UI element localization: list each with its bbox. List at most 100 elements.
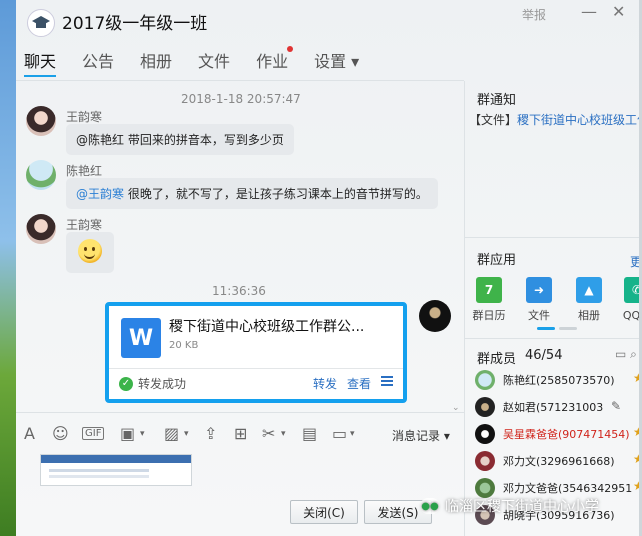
file-size: 20 KB: [169, 340, 199, 351]
member-name: 陈艳红(2585073570): [503, 374, 615, 387]
chevron-down-icon[interactable]: ▾: [140, 429, 145, 439]
divider: [465, 338, 642, 339]
avatar[interactable]: [26, 214, 56, 244]
member-item[interactable]: 吴星霖爸爸(907471454): [475, 422, 630, 446]
member-tools: ▭ ⌕: [615, 347, 637, 362]
avatar[interactable]: [26, 106, 56, 136]
app-qq-phone[interactable]: ✆ QQ电: [615, 277, 642, 323]
notice-item[interactable]: 【文件】稷下街道中心校班级工作: [469, 111, 642, 128]
notice-tag: 【文件】: [469, 113, 518, 127]
group-title[interactable]: 2017级一年级一班: [62, 9, 207, 34]
app-calendar[interactable]: 7 群日历: [467, 277, 511, 323]
app-photo[interactable]: ▲ 相册: [567, 277, 611, 323]
forward-link[interactable]: 转发: [313, 375, 337, 392]
report-link[interactable]: 举报: [522, 6, 546, 23]
app-label: QQ电: [622, 309, 642, 322]
message-bubble: [66, 232, 114, 273]
watermark: ●● 临淄区稷下街道中心小学: [420, 496, 599, 516]
app-label: 群日历: [472, 309, 506, 322]
photo-icon: ▲: [576, 277, 602, 303]
mention[interactable]: @王韵寒: [76, 187, 124, 201]
right-panel: 群通知 【文件】稷下街道中心校班级工作 群应用 更 7 群日历 ➜ 文件 ▲ 相…: [464, 81, 642, 536]
thumbnail-titlebar: [41, 455, 191, 463]
font-icon[interactable]: A: [24, 424, 35, 443]
member-item[interactable]: 邓力文(3296961668): [475, 449, 615, 473]
app-file[interactable]: ➜ 文件: [517, 277, 561, 323]
check-icon: ✓: [119, 376, 133, 391]
tab-homework-label: 作业: [256, 52, 289, 71]
chat-icon[interactable]: ▭: [615, 347, 626, 361]
app-label: 文件: [528, 309, 550, 322]
member-item[interactable]: 陈艳红(2585073570): [475, 368, 615, 392]
video-icon[interactable]: ▣: [120, 424, 135, 443]
chevron-down-icon[interactable]: ▾: [281, 429, 286, 439]
view-link[interactable]: 查看: [347, 375, 371, 392]
apps-title: 群应用: [477, 253, 517, 268]
gift-icon[interactable]: ⊞: [234, 424, 247, 443]
divider: [109, 368, 403, 369]
search-icon[interactable]: ⌕: [630, 347, 637, 361]
sender-name: 王韵寒: [66, 110, 103, 124]
avatar: [475, 424, 495, 444]
member-name: 邓力文(3296961668): [503, 455, 615, 468]
message-bubble: @陈艳红 带回来的拼音本，写到多少页: [66, 124, 294, 155]
tab-chat[interactable]: 聊天: [24, 48, 57, 77]
gif-icon[interactable]: GIF: [82, 427, 105, 440]
avatar: [475, 478, 495, 498]
edit-icon[interactable]: ✎: [611, 399, 621, 413]
close-icon[interactable]: ✕: [612, 2, 625, 21]
tab-files[interactable]: 文件: [198, 48, 230, 72]
wechat-logo-icon: ●●: [420, 498, 440, 514]
member-name: 吴星霖爸爸(907471454): [503, 428, 630, 441]
member-item[interactable]: 赵如君(571231003: [475, 395, 603, 419]
avatar[interactable]: [419, 300, 451, 332]
screen-icon[interactable]: ▭: [332, 424, 347, 443]
clipboard-icon[interactable]: ▤: [302, 424, 317, 443]
file-card[interactable]: W 稷下街道中心校班级工作群公... 20 KB ✓ 转发成功 转发 查看: [105, 302, 407, 403]
scissors-icon[interactable]: ✂: [262, 424, 275, 443]
file-status: ✓ 转发成功: [119, 375, 186, 392]
unread-dot: [287, 46, 294, 52]
watermark-text: 临淄区稷下街道中心小学: [445, 499, 599, 515]
file-status-text: 转发成功: [138, 377, 187, 391]
tab-bar: 聊天 公告 相册 文件 作业 设置 ▾: [24, 46, 385, 77]
mention[interactable]: @陈艳红: [76, 133, 124, 147]
file-icon: ➜: [526, 277, 552, 303]
desktop-background: [0, 0, 16, 536]
thumbnail-content: [49, 469, 149, 472]
chevron-down-icon[interactable]: ▾: [184, 429, 189, 439]
divider: [465, 237, 642, 238]
word-file-icon: W: [121, 318, 161, 358]
message-text: 很晚了，就不写了，是让孩子练习课本上的音节拼写的。: [124, 187, 428, 201]
upload-icon[interactable]: ⇪: [204, 424, 217, 443]
image-icon[interactable]: ▨: [164, 424, 179, 443]
page-indicator[interactable]: [537, 327, 555, 330]
page-indicator[interactable]: [559, 327, 577, 330]
minimize-icon[interactable]: —: [581, 2, 597, 21]
divider: [16, 412, 464, 413]
avatar[interactable]: [26, 160, 56, 190]
members-count: 46/54: [525, 348, 563, 363]
tab-settings[interactable]: 设置 ▾: [314, 48, 359, 72]
message-bubble: @王韵寒 很晚了，就不写了，是让孩子练习课本上的音节拼写的。: [66, 178, 438, 209]
tab-announcement[interactable]: 公告: [82, 48, 114, 72]
group-avatar-icon[interactable]: [27, 9, 55, 37]
member-name: 赵如君(571231003: [503, 401, 604, 414]
tab-album[interactable]: 相册: [140, 48, 172, 72]
avatar: [475, 451, 495, 471]
message-timestamp: 2018-1-18 20:57:47: [181, 92, 301, 106]
chevron-down-icon[interactable]: ▾: [350, 429, 355, 439]
emoji-icon[interactable]: ☺: [52, 424, 69, 443]
message-history-button[interactable]: 消息记录 ▾: [392, 427, 450, 444]
chat-window: 2017级一年级一班 举报 — ✕ 聊天 公告 相册 文件 作业 设置 ▾ 20…: [0, 0, 642, 536]
members-title: 群成员: [477, 352, 517, 367]
message-text: 带回来的拼音本，写到多少页: [124, 133, 284, 147]
calendar-icon: 7: [476, 277, 502, 303]
file-name[interactable]: 稷下街道中心校班级工作群公...: [169, 316, 364, 336]
app-label: 相册: [578, 309, 600, 322]
tab-homework[interactable]: 作业: [256, 46, 294, 72]
input-image-thumbnail[interactable]: [40, 454, 192, 486]
close-button[interactable]: 关闭(C): [290, 500, 358, 524]
smile-emoji-icon: [78, 239, 102, 263]
file-menu-icon[interactable]: [381, 376, 393, 386]
